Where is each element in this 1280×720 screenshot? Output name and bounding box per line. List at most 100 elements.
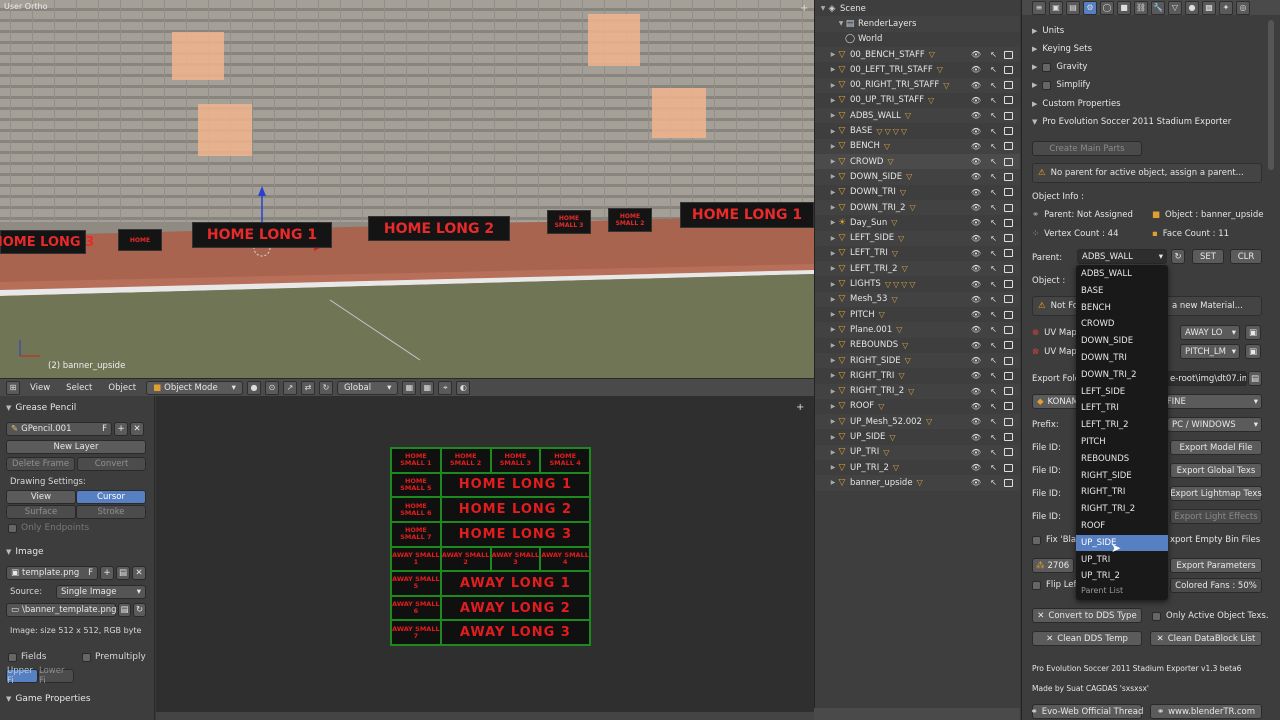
menu-object[interactable]: Object — [102, 383, 142, 393]
select-arrow-icon[interactable]: ↖ — [990, 188, 997, 197]
visibility-eye-icon[interactable]: 👁 — [971, 402, 981, 411]
visibility-eye-icon[interactable]: 👁 — [971, 310, 981, 319]
expand-triangle-icon[interactable]: ▶ — [829, 219, 837, 226]
outliner-item[interactable]: ▶ ▽ PITCH ▽ 👁 ↖ — [815, 307, 1020, 322]
visibility-eye-icon[interactable]: 👁 — [971, 280, 981, 289]
expand-triangle-icon[interactable]: ▶ — [829, 51, 837, 58]
render-camera-icon[interactable] — [1004, 65, 1013, 74]
visibility-eye-icon[interactable]: 👁 — [971, 203, 981, 212]
outliner-item[interactable]: ▶ ▽ BENCH ▽ 👁 ↖ — [815, 138, 1020, 154]
render-camera-icon[interactable] — [1004, 96, 1013, 105]
outliner-item[interactable]: ▶ ▽ 00_UP_TRI_STAFF ▽ 👁 ↖ — [815, 93, 1020, 108]
render-camera-icon[interactable] — [1004, 448, 1013, 457]
render-camera-icon[interactable] — [1004, 188, 1013, 197]
expand-triangle-icon[interactable]: ▶ — [829, 66, 837, 73]
rotate-icon[interactable]: ↻ — [318, 380, 333, 395]
render-tab-icon[interactable]: ▣ — [1049, 0, 1063, 15]
expand-triangle-icon[interactable]: ▶ — [829, 342, 837, 349]
visibility-eye-icon[interactable]: 👁 — [971, 50, 981, 59]
expand-triangle-icon[interactable]: ▶ — [829, 204, 837, 211]
data-tab-icon[interactable]: ▽ — [1168, 0, 1182, 15]
select-arrow-icon[interactable]: ↖ — [990, 295, 997, 304]
select-arrow-icon[interactable]: ↖ — [990, 172, 997, 181]
clean-datablock-button[interactable]: ✕ Clean DataBlock List — [1150, 631, 1262, 646]
visibility-eye-icon[interactable]: 👁 — [971, 96, 981, 105]
section-keying-sets[interactable]: ▶ Keying Sets — [1032, 44, 1092, 54]
select-arrow-icon[interactable]: ↖ — [990, 280, 997, 289]
outliner-item[interactable]: ▶ ▽ DOWN_SIDE ▽ 👁 ↖ — [815, 169, 1020, 185]
expand-triangle-icon[interactable]: ▶ — [829, 112, 837, 119]
flip-left-checkbox[interactable]: Flip Left — [1032, 580, 1080, 590]
folder-icon[interactable]: ▤ — [118, 603, 131, 617]
visibility-eye-icon[interactable]: 👁 — [971, 371, 981, 380]
mode-dropdown[interactable]: ■ Object Mode ▾ — [146, 380, 243, 395]
dropdown-item[interactable]: DOWN_SIDE — [1076, 333, 1168, 349]
visibility-eye-icon[interactable]: 👁 — [971, 65, 981, 74]
surface-button[interactable]: Surface — [6, 505, 76, 519]
visibility-eye-icon[interactable]: 👁 — [971, 433, 981, 442]
expand-triangle-icon[interactable]: ▶ — [829, 418, 837, 425]
expand-triangle-icon[interactable]: ▶ — [829, 434, 837, 441]
only-endpoints-checkbox[interactable]: Only Endpoints — [8, 523, 89, 533]
reload-icon[interactable]: ↻ — [133, 603, 146, 617]
section-custom-properties[interactable]: ▶ Custom Properties — [1032, 99, 1121, 109]
expand-triangle-icon[interactable]: ▶ — [829, 372, 837, 379]
outliner-item[interactable]: ▼ ▤ RenderLayers — [815, 16, 1020, 32]
fix-black-checkbox[interactable]: Fix 'Blac — [1032, 535, 1081, 545]
expand-triangle-icon[interactable]: ▶ — [829, 158, 837, 165]
manipulator-icon[interactable]: ↗ — [282, 380, 297, 395]
select-arrow-icon[interactable]: ↖ — [990, 325, 997, 334]
close-icon[interactable]: ✕ — [130, 422, 144, 436]
dropdown-item[interactable]: CROWD — [1076, 316, 1168, 332]
outliner-item[interactable]: ▶ ▽ BASE ▽▽▽▽ 👁 ↖ — [815, 123, 1020, 138]
render-camera-icon[interactable] — [1004, 81, 1013, 90]
expand-triangle-icon[interactable]: ▶ — [829, 388, 837, 395]
add-icon[interactable]: + — [114, 422, 128, 436]
expand-triangle-icon[interactable]: ▶ — [829, 250, 837, 257]
export-model-button[interactable]: Export Model File — [1170, 440, 1262, 455]
clr-button[interactable]: CLR — [1230, 249, 1262, 264]
select-arrow-icon[interactable]: ↖ — [990, 142, 997, 151]
visibility-eye-icon[interactable]: 👁 — [971, 188, 981, 197]
visibility-eye-icon[interactable]: 👁 — [971, 81, 981, 90]
select-arrow-icon[interactable]: ↖ — [990, 463, 997, 472]
visibility-eye-icon[interactable]: 👁 — [971, 142, 981, 151]
away-lo-dropdown[interactable]: AWAY LO ▾ — [1180, 325, 1240, 340]
stroke-button[interactable]: Stroke — [76, 505, 146, 519]
select-arrow-icon[interactable]: ↖ — [990, 448, 997, 457]
render-camera-icon[interactable] — [1004, 50, 1013, 59]
dropdown-item[interactable]: DOWN_TRI — [1076, 350, 1168, 366]
outliner-item[interactable]: ▶ ▽ REBOUNDS ▽ 👁 ↖ — [815, 338, 1020, 353]
source-dropdown[interactable]: Single Image ▾ — [56, 585, 146, 599]
dropdown-item[interactable]: LEFT_TRI — [1076, 400, 1168, 416]
outliner-item[interactable]: ▶ ▽ 00_BENCH_STAFF ▽ 👁 ↖ — [815, 46, 1020, 63]
visibility-eye-icon[interactable]: 👁 — [971, 264, 981, 273]
outliner-item[interactable]: ▶ ☀ Day_Sun ▽ 👁 ↖ — [815, 215, 1020, 230]
gpencil-name-field[interactable]: ✎ GPencil.001 F — [6, 422, 112, 436]
texture-tab-icon[interactable]: ▩ — [1202, 0, 1216, 15]
render-camera-icon[interactable] — [1004, 341, 1013, 350]
render-camera-icon[interactable] — [1004, 249, 1013, 258]
select-arrow-icon[interactable]: ↖ — [990, 81, 997, 90]
game-properties-header[interactable]: ▼ Game Properties — [0, 691, 91, 707]
material-tab-icon[interactable]: ● — [1185, 0, 1199, 15]
pitch-lm-dropdown[interactable]: PITCH_LM ▾ — [1180, 344, 1240, 359]
select-arrow-icon[interactable]: ↖ — [990, 387, 997, 396]
outliner-item[interactable]: ▶ ▽ UP_Mesh_52.002 ▽ 👁 ↖ — [815, 414, 1020, 430]
export-light-effects-button[interactable]: Export Light Effects — [1170, 509, 1262, 524]
outliner-item[interactable]: ▶ ▽ DOWN_TRI_2 ▽ 👁 ↖ — [815, 199, 1020, 216]
outliner-item[interactable]: ▶ ▽ Mesh_53 ▽ 👁 ↖ — [815, 291, 1020, 307]
upper-first-button[interactable]: Upper Fi — [6, 666, 38, 686]
outliner-item[interactable]: ▶ ▽ RIGHT_TRI_2 ▽ 👁 ↖ — [815, 383, 1020, 399]
checkbox[interactable] — [1042, 62, 1052, 72]
clean-dds-button[interactable]: ✕ Clean DDS Temp — [1032, 631, 1142, 646]
render-camera-icon[interactable] — [1004, 111, 1013, 120]
select-arrow-icon[interactable]: ↖ — [990, 402, 997, 411]
only-active-checkbox[interactable]: Only Active Object Texs. — [1152, 611, 1269, 621]
outliner-item[interactable]: ▶ ▽ LIGHTS ▽▽▽▽ 👁 ↖ — [815, 276, 1020, 291]
visibility-eye-icon[interactable]: 👁 — [971, 356, 981, 365]
dropdown-item[interactable]: ADBS_WALL — [1076, 266, 1168, 282]
orientation-dropdown[interactable]: Global ▾ — [336, 380, 399, 395]
outliner-item[interactable]: ▶ ▽ UP_TRI_2 ▽ 👁 ↖ — [815, 460, 1020, 475]
particles-tab-icon[interactable]: ✦ — [1219, 0, 1233, 15]
